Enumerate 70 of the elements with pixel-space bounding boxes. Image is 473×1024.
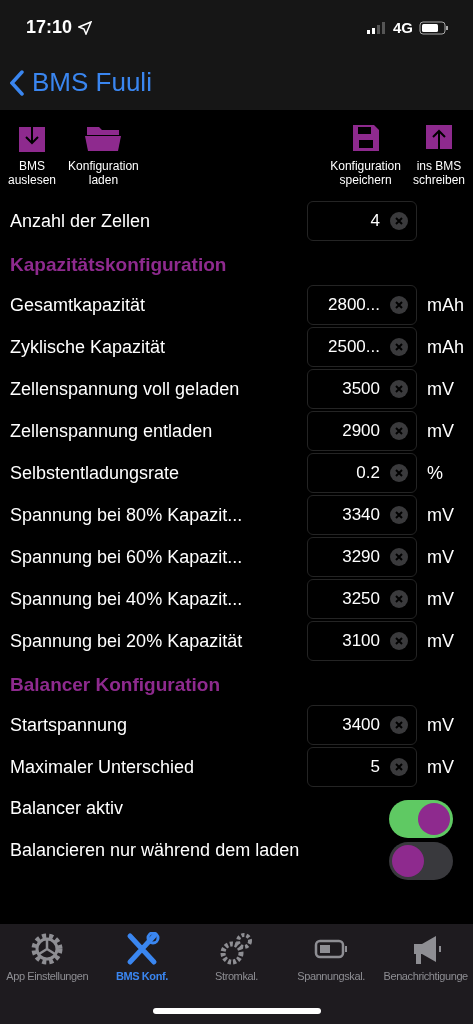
setting-label: Anzahl der Zellen <box>10 210 152 232</box>
setting-label: Spannung bei 40% Kapazit... <box>10 588 244 610</box>
input-field[interactable]: 2500... <box>307 327 417 367</box>
input-field[interactable]: 3500 <box>307 369 417 409</box>
back-button[interactable]: BMS Fuuli <box>10 67 152 98</box>
toolbar-button[interactable]: BMS auslesen <box>2 123 63 187</box>
tab-bar-item[interactable]: App Einstellungen <box>0 932 95 982</box>
input-field[interactable]: 2900 <box>307 411 417 451</box>
setting-label: Selbstentladungsrate <box>10 462 181 484</box>
unit-label: mV <box>427 420 455 442</box>
setting-label: Maximaler Unterschied <box>10 756 196 778</box>
unit-label: mV <box>427 546 455 568</box>
setting-label: Spannung bei 20% Kapazität <box>10 630 244 652</box>
clear-icon[interactable] <box>390 296 408 314</box>
tab-bar-item[interactable]: BMS Konf. <box>94 932 190 982</box>
unit-label: mV <box>427 714 455 736</box>
toggle-switch[interactable] <box>389 842 453 880</box>
gears-icon <box>218 932 255 966</box>
input-field[interactable]: 2800... <box>307 285 417 325</box>
clear-icon[interactable] <box>390 590 408 608</box>
clear-icon[interactable] <box>390 212 408 230</box>
input-field[interactable]: 3400 <box>307 705 417 745</box>
toggle-switch[interactable] <box>389 800 453 838</box>
clear-icon[interactable] <box>390 422 408 440</box>
toolbar-button[interactable]: Konfiguration speichern <box>324 123 407 187</box>
tab-bar-item[interactable]: Stromkal. <box>189 932 284 982</box>
clear-icon[interactable] <box>390 632 408 650</box>
unit-label: mAh <box>427 336 465 358</box>
setting-label: Zyklische Kapazität <box>10 336 167 358</box>
tab-bar-item[interactable]: Spannungskal. <box>283 932 379 982</box>
input-field[interactable]: 0.2 <box>307 453 417 493</box>
input-field[interactable]: 4 <box>307 201 417 241</box>
battery-icon <box>419 20 449 35</box>
clear-icon[interactable] <box>390 338 408 356</box>
unit-label: mAh <box>427 294 465 316</box>
toolbar-button[interactable]: Konfiguration laden <box>62 123 145 187</box>
setting-label: Balancieren nur während dem laden <box>10 839 301 861</box>
clear-icon[interactable] <box>390 464 408 482</box>
input-field[interactable]: 3340 <box>307 495 417 535</box>
toolbar-button[interactable]: ins BMS schreiben <box>406 123 471 187</box>
input-field[interactable]: 3100 <box>307 621 417 661</box>
unit-label: mV <box>427 630 455 652</box>
network-label: 4G <box>393 19 413 36</box>
chevron-left-icon <box>10 69 24 96</box>
setting-label: Startspannung <box>10 714 129 736</box>
input-field[interactable]: 3290 <box>307 537 417 577</box>
setting-label: Zellenspannung voll geladen <box>10 378 241 400</box>
clear-icon[interactable] <box>390 716 408 734</box>
unit-label: % <box>427 462 444 484</box>
section-heading: Kapazitätskonfiguration <box>9 253 228 277</box>
input-field[interactable]: 5 <box>307 747 417 787</box>
status-time: 17:10 <box>26 17 73 38</box>
unit-label: mV <box>427 588 455 610</box>
tab-bar-item[interactable]: Benachrichtigunge <box>378 932 473 982</box>
clear-icon[interactable] <box>390 380 408 398</box>
setting-label: Spannung bei 60% Kapazit... <box>10 546 244 568</box>
setting-label: Gesamtkapazität <box>10 294 147 316</box>
unit-label: mV <box>427 504 455 526</box>
unit-label: mV <box>427 756 455 778</box>
location-arrow-icon <box>78 20 93 35</box>
clear-icon[interactable] <box>390 548 408 566</box>
unit-label: mV <box>427 378 455 400</box>
input-field[interactable]: 3250 <box>307 579 417 619</box>
setting-label: Balancer aktiv <box>10 797 125 819</box>
clear-icon[interactable] <box>390 758 408 776</box>
section-heading: Balancer Konfiguration <box>9 673 222 697</box>
setting-label: Spannung bei 80% Kapazit... <box>10 504 244 526</box>
clear-icon[interactable] <box>390 506 408 524</box>
signal-icon <box>367 21 387 34</box>
setting-label: Zellenspannung entladen <box>10 420 214 442</box>
